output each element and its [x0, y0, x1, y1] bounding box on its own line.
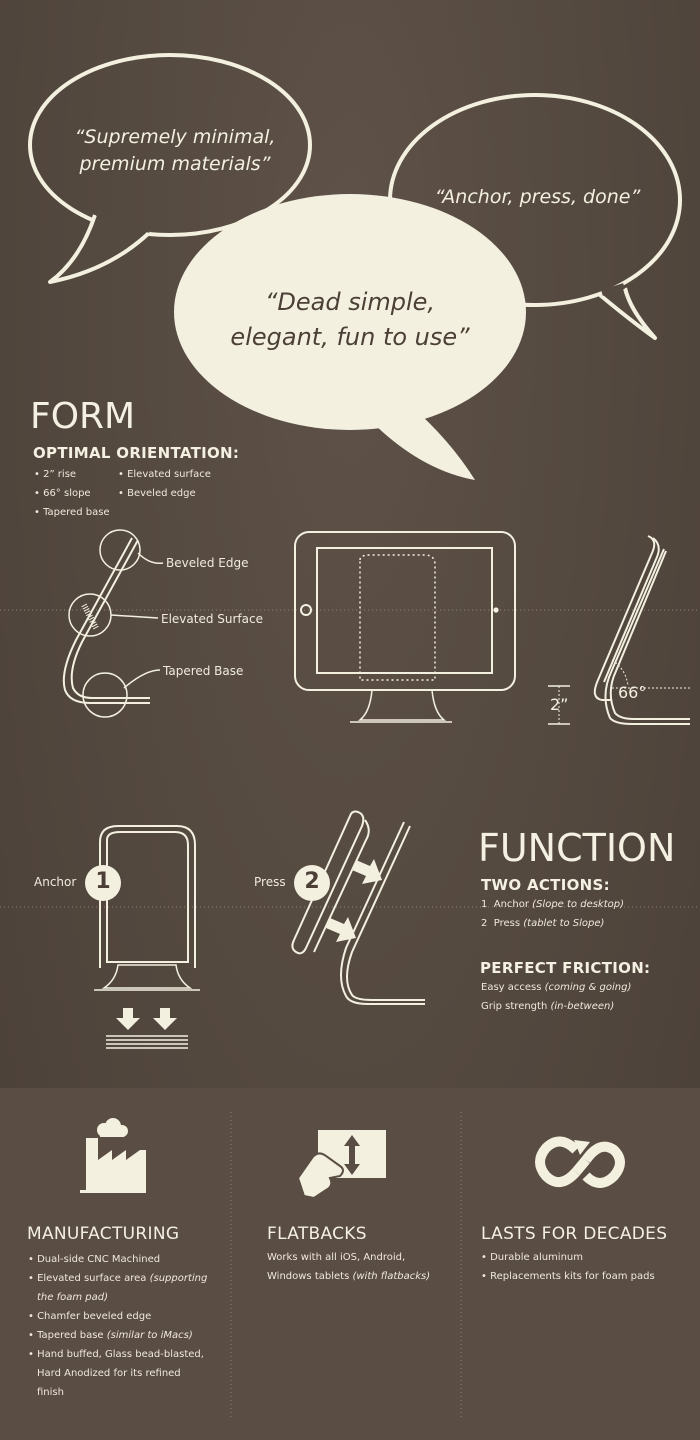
flatbacks-text: Works with all iOS, Android, Windows tab… — [267, 1248, 430, 1286]
manufacturing-item-tapered-note: (similar to iMacs) — [106, 1330, 193, 1341]
infographic-page: “Supremely minimal, premium materials” “… — [0, 0, 700, 1440]
hand-tablet-icon — [296, 1130, 386, 1200]
manufacturing-item-finish-line3: finish — [37, 1387, 64, 1398]
manufacturing-item-finish-line2: Hard Anodized for its refined — [37, 1368, 181, 1379]
decades-item-aluminum: Durable aluminum — [481, 1248, 655, 1267]
manufacturing-item-elevated: Elevated surface area (supporting — [28, 1269, 207, 1288]
manufacturing-item-finish-line1: Hand buffed, Glass bead-blasted, — [28, 1345, 207, 1364]
manufacturing-item-chamfer: Chamfer beveled edge — [28, 1307, 207, 1326]
manufacturing-item-elevated-text: Elevated surface area — [37, 1273, 147, 1284]
decades-title: LASTS FOR DECADES — [481, 1224, 668, 1244]
manufacturing-item-tapered: Tapered base (similar to iMacs) — [28, 1326, 207, 1345]
manufacturing-item-elevated-note1: (supporting — [149, 1273, 208, 1284]
manufacturing-item-tapered-text: Tapered base — [37, 1330, 104, 1341]
flatbacks-line2-text: Windows tablets — [267, 1271, 350, 1282]
flatbacks-title: FLATBACKS — [267, 1224, 367, 1244]
flatbacks-line2-note: (with flatbacks) — [352, 1271, 431, 1282]
flatbacks-line2: Windows tablets (with flatbacks) — [267, 1267, 430, 1286]
decades-list: Durable aluminum Replacements kits for f… — [481, 1248, 655, 1286]
manufacturing-title: MANUFACTURING — [27, 1224, 180, 1244]
flatbacks-line1: Works with all iOS, Android, — [267, 1252, 406, 1263]
decades-item-replacements: Replacements kits for foam pads — [481, 1267, 655, 1286]
factory-icon — [80, 1118, 146, 1193]
manufacturing-list: Dual-side CNC Machined Elevated surface … — [28, 1250, 207, 1402]
manufacturing-item-elevated-note2: the foam pad) — [37, 1292, 109, 1303]
manufacturing-item-cnc: Dual-side CNC Machined — [28, 1250, 207, 1269]
